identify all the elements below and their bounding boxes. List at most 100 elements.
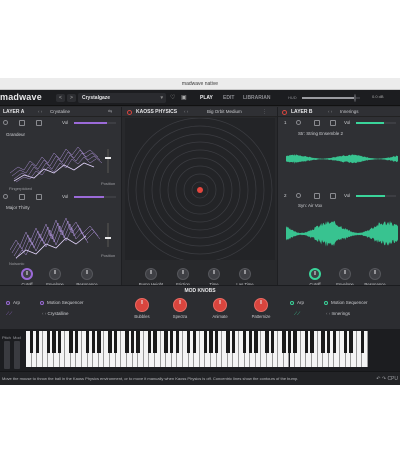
pitch-wheel[interactable] (4, 341, 10, 369)
tab-librarian[interactable]: LIBRARIAN (243, 94, 271, 102)
layer-b-power-icon[interactable] (282, 110, 287, 115)
layer-a-arp-toggle[interactable]: Arp (6, 300, 20, 305)
knob-dial[interactable] (21, 268, 33, 280)
black-key[interactable] (35, 331, 39, 353)
save-icon[interactable]: ▣ (181, 95, 187, 101)
black-key[interactable] (214, 331, 219, 353)
tab-edit[interactable]: EDIT (223, 94, 234, 102)
knob-dial[interactable] (369, 268, 381, 280)
black-key[interactable] (57, 331, 62, 353)
black-key[interactable] (343, 331, 348, 353)
black-key[interactable] (287, 331, 292, 353)
redo-icon[interactable]: ↷ (382, 376, 386, 382)
layer-b-preset[interactable]: Innerings (340, 109, 359, 114)
black-key[interactable] (254, 331, 258, 353)
black-key[interactable] (203, 331, 208, 353)
layer-b-vol-1-slider[interactable] (356, 122, 396, 124)
layer-a-vol-1-slider[interactable] (74, 122, 116, 124)
black-key[interactable] (192, 331, 196, 353)
black-key[interactable] (186, 331, 191, 353)
layer-a-position-1-slider[interactable] (105, 149, 111, 173)
knob-dial[interactable] (309, 268, 321, 280)
solo-icon[interactable] (330, 120, 336, 126)
black-key[interactable] (248, 331, 252, 353)
solo-icon[interactable] (36, 120, 42, 126)
animate-knob[interactable]: Animate (208, 298, 232, 319)
black-key[interactable] (29, 331, 34, 353)
black-key[interactable] (136, 331, 140, 353)
black-key[interactable] (282, 331, 286, 353)
black-key[interactable] (293, 331, 297, 353)
layer-a-nav-icon[interactable]: ‹ › (38, 109, 42, 114)
kaoss-preset[interactable]: Big Orbit Medium (207, 109, 242, 114)
black-key[interactable] (175, 331, 180, 353)
mute-icon[interactable] (314, 193, 320, 199)
black-key[interactable] (125, 331, 129, 353)
solo-icon[interactable] (330, 193, 336, 199)
black-key[interactable] (327, 331, 331, 353)
black-key[interactable] (91, 331, 95, 353)
preset-back-button[interactable]: < (56, 94, 65, 102)
black-key[interactable] (46, 331, 51, 353)
spectra-knob[interactable]: Spectra (168, 298, 192, 319)
solo-icon[interactable] (36, 194, 42, 200)
knob-dial[interactable] (135, 298, 149, 312)
black-key[interactable] (360, 331, 365, 353)
mute-icon[interactable] (314, 120, 320, 126)
preset-selector[interactable]: Crystalgaze ▾ (78, 93, 166, 103)
volume-handle[interactable] (354, 94, 357, 102)
knob-dial[interactable] (177, 268, 189, 280)
kaoss-physics-pad[interactable] (125, 118, 275, 260)
black-key[interactable] (304, 331, 308, 353)
power-icon[interactable] (296, 120, 301, 125)
knob-dial[interactable] (173, 298, 187, 312)
black-key[interactable] (170, 331, 174, 353)
black-key[interactable] (74, 331, 79, 353)
knob-dial[interactable] (213, 298, 227, 312)
mod-wheel[interactable] (14, 341, 20, 369)
black-key[interactable] (147, 331, 152, 353)
bubbles-knob[interactable]: Bubbles (130, 298, 154, 319)
black-key[interactable] (209, 331, 213, 353)
layer-b-arp-toggle[interactable]: Arp (290, 300, 304, 305)
black-key[interactable] (332, 331, 337, 353)
black-key[interactable] (265, 331, 269, 353)
layer-a-position-2-slider[interactable] (105, 223, 111, 247)
layer-b-motion-seq-toggle[interactable]: Motion Sequencer (324, 300, 368, 305)
knob-dial[interactable] (254, 298, 268, 312)
black-key[interactable] (130, 331, 135, 353)
knob-dial[interactable] (81, 268, 93, 280)
mute-icon[interactable] (19, 120, 25, 126)
black-key[interactable] (271, 331, 275, 353)
kaoss-nav-icon[interactable]: ‹ › (184, 109, 188, 114)
kaoss-menu-icon[interactable]: ⋮ (262, 109, 267, 115)
layer-a-vol-2-slider[interactable] (74, 196, 116, 198)
layer-a-motion-seq-toggle[interactable]: Motion Sequencer (40, 300, 84, 305)
black-key[interactable] (52, 331, 56, 353)
black-key[interactable] (164, 331, 168, 353)
black-key[interactable] (310, 331, 314, 353)
black-key[interactable] (242, 331, 247, 353)
knob-dial[interactable] (339, 268, 351, 280)
power-icon[interactable] (296, 193, 301, 198)
knob-dial[interactable] (145, 268, 157, 280)
layer-b-seq-selector[interactable]: ‹ › Innerings (326, 311, 350, 316)
layer-b-vol-2-slider[interactable] (356, 195, 396, 197)
black-key[interactable] (153, 331, 157, 353)
knob-dial[interactable] (239, 268, 251, 280)
power-icon[interactable] (3, 120, 8, 125)
link-icon[interactable]: ⇆ (108, 109, 112, 115)
mute-icon[interactable] (19, 194, 25, 200)
layer-b-slot-1-name[interactable]: Str: String Ensemble 2 (298, 131, 343, 136)
black-key[interactable] (69, 331, 73, 353)
black-key[interactable] (321, 331, 325, 353)
layer-a-seq-selector[interactable]: ‹ › Crystalline (42, 311, 69, 316)
piano-keyboard[interactable] (26, 331, 368, 367)
black-key[interactable] (349, 331, 353, 353)
power-icon[interactable] (3, 194, 8, 199)
black-key[interactable] (226, 331, 230, 353)
black-key[interactable] (97, 331, 101, 353)
patternize-knob[interactable]: Patternize (247, 298, 275, 319)
tab-play[interactable]: PLAY (200, 94, 213, 102)
layer-b-nav-icon[interactable]: ‹ › (328, 109, 332, 114)
